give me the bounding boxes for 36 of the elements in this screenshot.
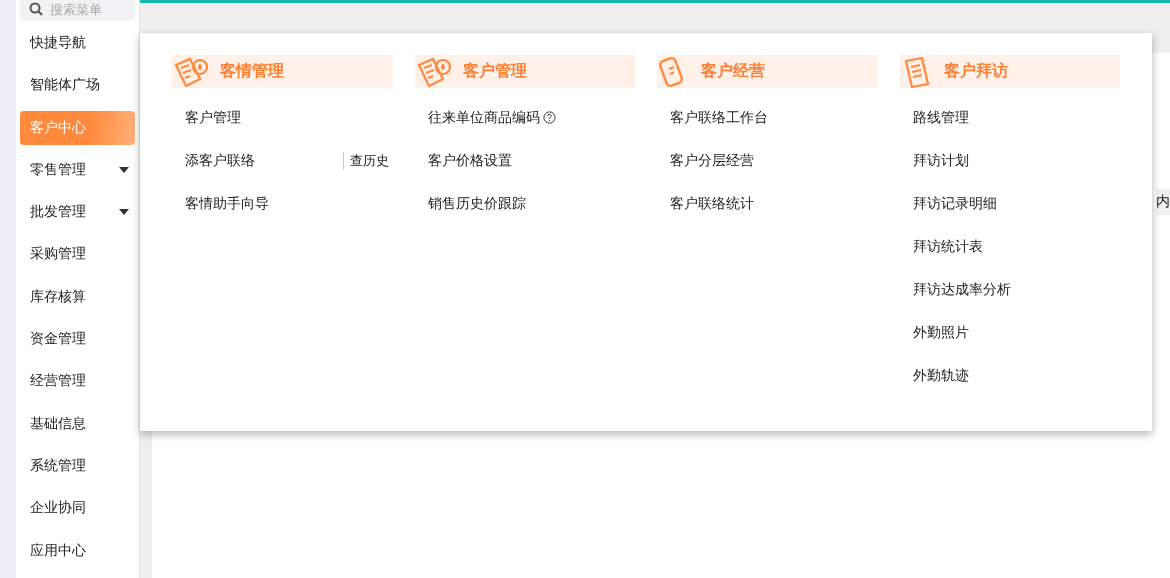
menu-item[interactable]: 客情助手向导 xyxy=(185,194,269,213)
menu-item[interactable]: 客户价格设置 xyxy=(427,151,512,170)
search-icon xyxy=(29,2,43,16)
menu-item[interactable]: 往来单位商品编码 xyxy=(427,108,556,127)
sidebar-item[interactable]: 批发管理 xyxy=(20,195,135,230)
search-field[interactable]: 搜索菜单 xyxy=(20,0,135,21)
menu-item[interactable]: 拜访计划 xyxy=(912,151,969,170)
sidebar-item[interactable]: 零售管理 xyxy=(20,152,135,187)
sidebar-item[interactable]: 库存核算 xyxy=(20,279,135,314)
group-header: 客情管理 xyxy=(172,55,393,88)
group-header: 客户管理 xyxy=(414,55,635,88)
menu-item[interactable]: 外勤照片 xyxy=(912,323,969,342)
sidebar-item[interactable]: 资金管理 xyxy=(20,322,135,357)
menu-item[interactable]: 添客户联络 xyxy=(185,151,255,170)
menu-item[interactable]: 销售历史价跟踪 xyxy=(427,194,526,213)
menu-item[interactable]: 外勤轨迹 xyxy=(912,366,969,385)
menu-item[interactable]: 路线管理 xyxy=(912,108,969,127)
sidebar-item[interactable]: 企业协同 xyxy=(20,491,135,526)
history-link[interactable]: 查历史 xyxy=(342,151,389,170)
sidebar-item[interactable]: 经营管理 xyxy=(20,364,135,399)
menu-item[interactable]: 客户联络工作台 xyxy=(670,108,768,127)
sidebar-item[interactable]: 应用中心 xyxy=(20,533,135,568)
menu-item[interactable]: 客户管理 xyxy=(185,108,241,127)
sidebar-item[interactable]: 快捷导航 xyxy=(20,26,135,60)
menu-item[interactable]: 拜访统计表 xyxy=(912,237,983,256)
menu-item[interactable]: 客户分层经营 xyxy=(670,151,754,170)
sidebar-item[interactable]: 智能体广场 xyxy=(20,68,135,103)
column-header: 内 xyxy=(1156,189,1170,215)
sidebar-item[interactable]: 采购管理 xyxy=(20,237,135,272)
group-header: 客户经营 xyxy=(657,55,878,88)
menu-item[interactable]: 拜访记录明细 xyxy=(912,194,997,213)
sidebar-item[interactable]: 基础信息 xyxy=(20,406,135,441)
group-header: 客户拜访 xyxy=(899,55,1120,88)
menu-item[interactable]: 拜访达成率分析 xyxy=(912,280,1011,299)
menu-item[interactable]: 客户联络统计 xyxy=(670,194,754,213)
sidebar-item[interactable]: 系统管理 xyxy=(20,448,135,483)
